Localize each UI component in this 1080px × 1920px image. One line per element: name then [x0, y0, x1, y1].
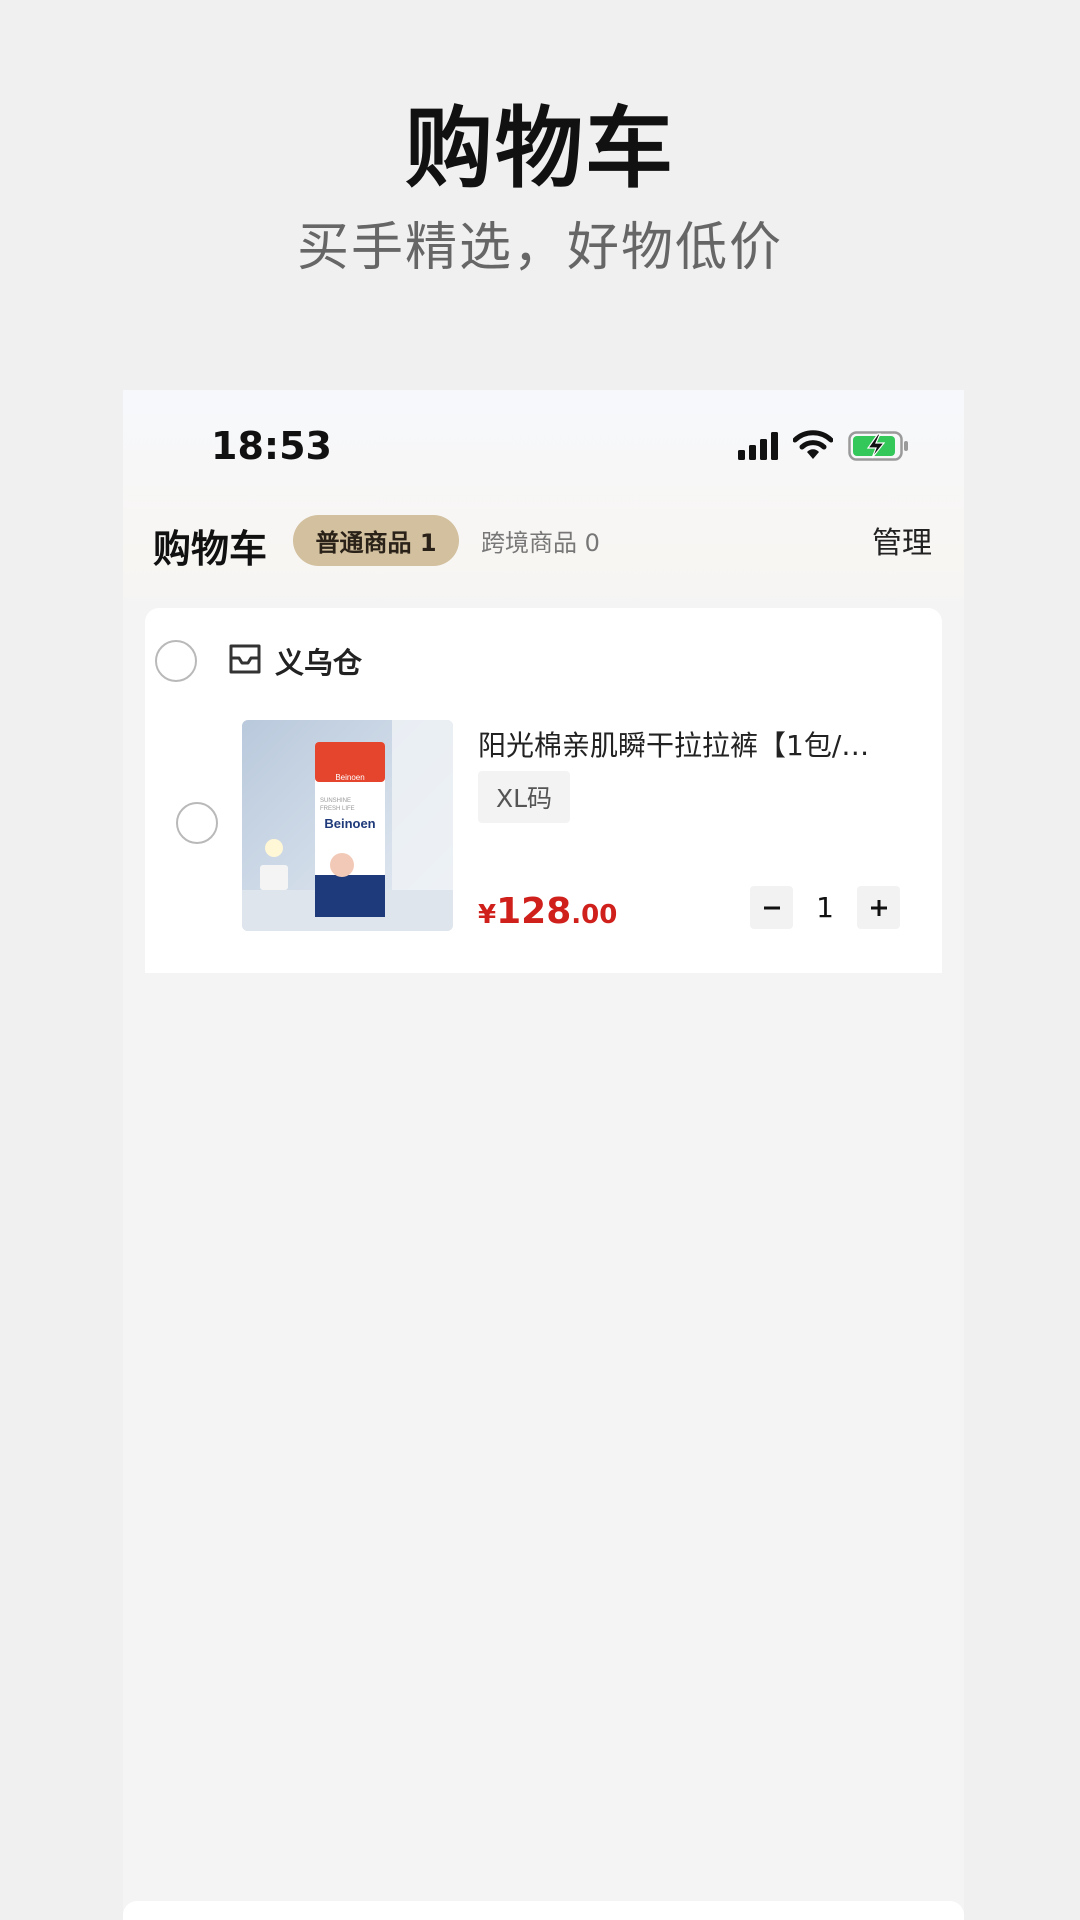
quantity-value[interactable]: 1 [795, 886, 855, 929]
tab-cross-border-goods[interactable]: 跨境商品 0 [481, 515, 600, 566]
minus-icon [763, 906, 780, 909]
manage-button[interactable]: 管理 [872, 518, 932, 562]
wifi-icon [793, 430, 833, 459]
nav-title: 购物车 [153, 527, 268, 571]
product-image-line1: SUNSHINE [320, 798, 351, 804]
price-currency-symbol: ¥ [478, 900, 497, 930]
product-image-brand-top: Beinoen [335, 773, 364, 782]
product-name[interactable]: 阳光棉亲肌瞬干拉拉裤【1包/… [478, 724, 918, 764]
tab-normal-goods[interactable]: 普通商品 1 [293, 515, 459, 566]
product-spec-tag[interactable]: XL码 [478, 771, 571, 823]
store-select-radio[interactable] [155, 640, 197, 682]
quantity-increase-button[interactable] [857, 886, 900, 929]
phone-screen: 18:53 购物车 普通商品 1 跨境商品 0 管理 义乌仓 Beinoen S… [123, 390, 964, 1920]
bottom-bar [123, 1901, 964, 1920]
product-image-line2: FRESH LIFE [320, 806, 355, 812]
item-select-radio[interactable] [176, 802, 218, 844]
signal-icon [738, 432, 778, 460]
product-image[interactable]: Beinoen SUNSHINE FRESH LIFE Beinoen [242, 720, 453, 931]
status-time: 18:53 [211, 424, 332, 468]
price-decimal: .00 [571, 900, 618, 930]
quantity-decrease-button[interactable] [750, 886, 793, 929]
page: 购物车 买手精选，好物低价 18:53 购物车 普通商品 1 跨境商品 0 管理… [0, 0, 1080, 1920]
plus-icon [870, 899, 887, 916]
promo-subtitle: 买手精选，好物低价 [296, 218, 783, 278]
store-card: 义乌仓 Beinoen SUNSHINE FRESH LIFE Beinoen … [145, 608, 942, 973]
product-image-brand: Beinoen [324, 816, 375, 831]
promo-title: 购物车 [404, 97, 675, 200]
price-integer: 128 [496, 891, 572, 932]
store-name: 义乌仓 [275, 646, 363, 680]
status-bar: 18:53 [123, 390, 964, 500]
battery-charging-icon [848, 431, 908, 461]
product-price: ¥128.00 [478, 891, 617, 932]
inbox-icon [229, 644, 261, 674]
